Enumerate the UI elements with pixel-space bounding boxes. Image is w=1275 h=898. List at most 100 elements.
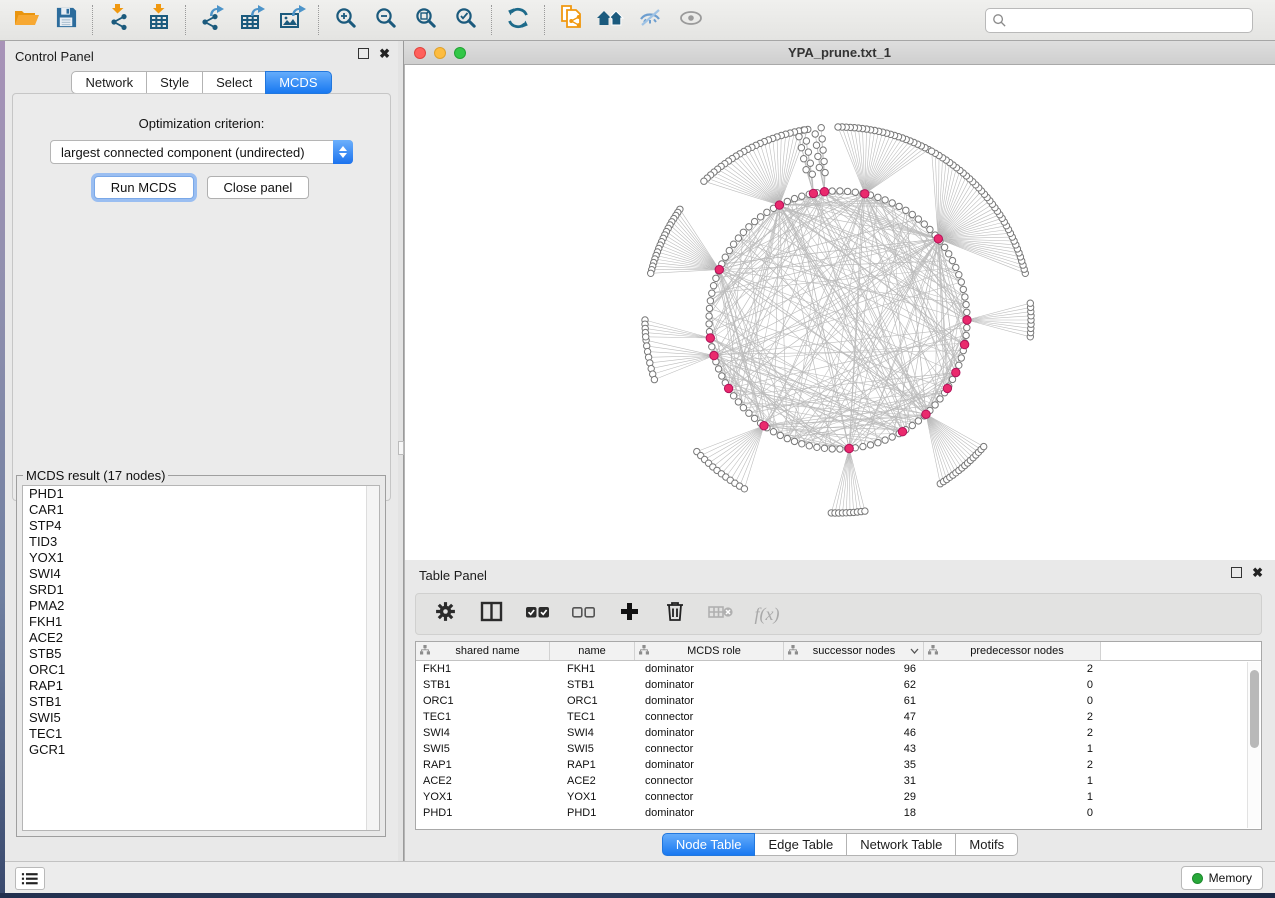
column-header-name[interactable]: name xyxy=(550,642,635,660)
settings-button[interactable] xyxy=(432,601,458,627)
deselect-all-button[interactable] xyxy=(570,601,596,627)
table-scrollbar[interactable] xyxy=(1247,662,1260,828)
close-table-panel-icon[interactable]: ✖ xyxy=(1252,567,1263,578)
duplicate-network-button[interactable] xyxy=(551,3,591,37)
run-mcds-button[interactable]: Run MCDS xyxy=(94,176,194,199)
first-neighbors-button[interactable] xyxy=(591,3,631,37)
cell-shared-name: RAP1 xyxy=(416,759,550,771)
list-menu-icon xyxy=(21,872,39,886)
mcds-result-item[interactable]: TID3 xyxy=(23,534,379,550)
tab-network-table[interactable]: Network Table xyxy=(846,833,956,856)
table-row[interactable]: TEC1TEC1connector472 xyxy=(416,709,1261,725)
float-table-panel-icon[interactable] xyxy=(1231,567,1242,578)
table-row[interactable]: SWI4SWI4dominator462 xyxy=(416,725,1261,741)
cell-shared-name: SWI4 xyxy=(416,727,550,739)
import-table-file-button[interactable] xyxy=(139,3,179,37)
tab-edge-table[interactable]: Edge Table xyxy=(754,833,847,856)
optimization-criterion-select[interactable]: largest connected component (undirected) xyxy=(50,140,353,164)
mcds-result-item[interactable]: STB5 xyxy=(23,646,379,662)
add-column-button[interactable] xyxy=(616,601,642,627)
table-row[interactable]: YOX1YOX1connector291 xyxy=(416,789,1261,805)
main-toolbar xyxy=(0,0,1275,41)
table-row[interactable]: SWI5SWI5connector431 xyxy=(416,741,1261,757)
cell-name: RAP1 xyxy=(550,759,635,771)
network-graph[interactable] xyxy=(405,65,1275,560)
toolbar-separator xyxy=(185,5,186,35)
close-panel-icon[interactable]: ✖ xyxy=(379,48,390,59)
export-table-button[interactable] xyxy=(232,3,272,37)
mcds-result-item[interactable]: SWI4 xyxy=(23,566,379,582)
import-network-file-button[interactable] xyxy=(99,3,139,37)
mcds-result-item[interactable]: TEC1 xyxy=(23,726,379,742)
network-window-titlebar[interactable]: YPA_prune.txt_1 xyxy=(404,41,1275,65)
cell-MCDS-role: connector xyxy=(635,791,784,803)
zoom-fit-button[interactable] xyxy=(405,3,445,37)
cell-shared-name: ORC1 xyxy=(416,695,550,707)
node-table[interactable]: shared name nameMCDS rolesuccessor nodesp… xyxy=(415,641,1262,830)
export-image-button[interactable] xyxy=(272,3,312,37)
table-row[interactable]: ORC1ORC1dominator610 xyxy=(416,693,1261,709)
mcds-result-item[interactable]: SRD1 xyxy=(23,582,379,598)
mcds-result-item[interactable]: ORC1 xyxy=(23,662,379,678)
select-all-button[interactable] xyxy=(524,601,550,627)
zoom-in-icon xyxy=(334,6,357,34)
mcds-result-item[interactable]: CAR1 xyxy=(23,502,379,518)
zoom-out-button[interactable] xyxy=(365,3,405,37)
mcds-result-item[interactable]: PHD1 xyxy=(23,486,379,502)
mcds-result-item[interactable]: ACE2 xyxy=(23,630,379,646)
column-header-shared-name[interactable]: shared name xyxy=(416,642,550,660)
table-row[interactable]: ACE2ACE2connector311 xyxy=(416,773,1261,789)
mcds-result-item[interactable]: SWI5 xyxy=(23,710,379,726)
float-panel-icon[interactable] xyxy=(358,48,369,59)
table-row[interactable]: PHD1PHD1dominator180 xyxy=(416,805,1261,821)
split-panel-button[interactable] xyxy=(478,601,504,627)
table-toolbar: f(x) xyxy=(415,593,1262,635)
column-header-successor-nodes[interactable]: successor nodes xyxy=(784,642,924,660)
table-row[interactable]: RAP1RAP1dominator352 xyxy=(416,757,1261,773)
mcds-result-title: MCDS result (17 nodes) xyxy=(23,468,168,483)
mcds-result-item[interactable]: FKH1 xyxy=(23,614,379,630)
mcds-result-item[interactable]: STB1 xyxy=(23,694,379,710)
export-network-button[interactable] xyxy=(192,3,232,37)
task-history-button[interactable] xyxy=(15,867,45,890)
cell-MCDS-role: dominator xyxy=(635,759,784,771)
zoom-selected-icon xyxy=(454,6,477,34)
mcds-result-item[interactable]: RAP1 xyxy=(23,678,379,694)
cell-shared-name: SWI5 xyxy=(416,743,550,755)
memory-button[interactable]: Memory xyxy=(1181,866,1263,890)
table-scrollbar-thumb[interactable] xyxy=(1250,670,1259,748)
zoom-in-button[interactable] xyxy=(325,3,365,37)
tab-select[interactable]: Select xyxy=(202,71,266,94)
save-session-button[interactable] xyxy=(46,3,86,37)
table-row[interactable]: FKH1FKH1dominator962 xyxy=(416,661,1261,677)
delete-table-button xyxy=(708,601,734,627)
mcds-result-list[interactable]: PHD1CAR1STP4TID3YOX1SWI4SRD1PMA2FKH1ACE2… xyxy=(22,485,380,831)
tab-node-table[interactable]: Node Table xyxy=(662,833,756,856)
mcds-result-item[interactable]: STP4 xyxy=(23,518,379,534)
split-panel-icon xyxy=(480,601,503,627)
network-view[interactable] xyxy=(404,65,1275,560)
column-header-MCDS-role[interactable]: MCDS role xyxy=(635,642,784,660)
delete-column-button[interactable] xyxy=(662,601,688,627)
close-panel-button[interactable]: Close panel xyxy=(207,176,310,199)
tab-motifs[interactable]: Motifs xyxy=(955,833,1018,856)
tab-mcds[interactable]: MCDS xyxy=(265,71,331,94)
show-all-button[interactable] xyxy=(671,3,711,37)
mcds-result-item[interactable]: PMA2 xyxy=(23,598,379,614)
refresh-view-button[interactable] xyxy=(498,3,538,37)
column-header-predecessor-nodes[interactable]: predecessor nodes xyxy=(924,642,1101,660)
search-input[interactable] xyxy=(1007,13,1252,28)
mcds-list-scrollbar[interactable] xyxy=(366,486,379,830)
hide-selected-button[interactable] xyxy=(631,3,671,37)
tab-style[interactable]: Style xyxy=(146,71,203,94)
tab-network[interactable]: Network xyxy=(71,71,147,94)
open-file-button[interactable] xyxy=(6,3,46,37)
table-row[interactable]: STB1STB1dominator620 xyxy=(416,677,1261,693)
mcds-result-item[interactable]: GCR1 xyxy=(23,742,379,758)
search-box[interactable] xyxy=(985,8,1253,33)
mcds-result-item[interactable]: YOX1 xyxy=(23,550,379,566)
column-label: shared name xyxy=(430,645,545,657)
desktop-wallpaper-bottom xyxy=(0,893,1275,898)
cell-successor-nodes: 96 xyxy=(784,663,924,675)
zoom-selected-button[interactable] xyxy=(445,3,485,37)
